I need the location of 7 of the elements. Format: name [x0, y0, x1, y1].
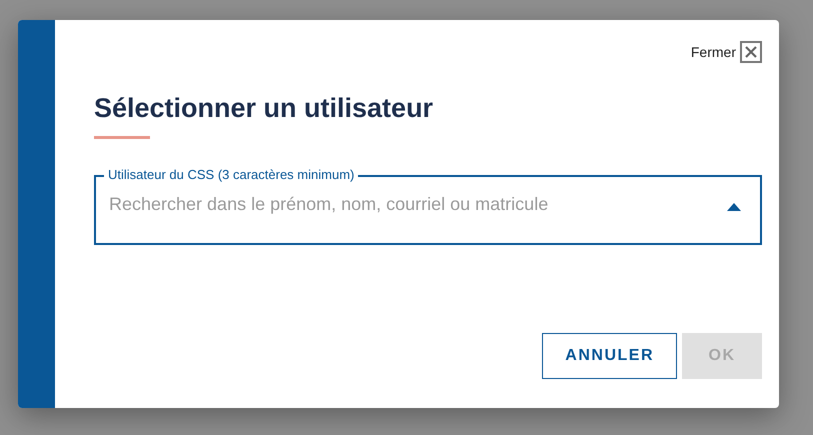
cancel-button[interactable]: ANNULER	[542, 333, 677, 379]
title-underline	[94, 136, 150, 139]
field-label: Utilisateur du CSS (3 caractères minimum)	[104, 167, 358, 182]
caret-up-icon[interactable]	[727, 203, 741, 211]
close-icon	[740, 41, 762, 63]
close-button[interactable]: Fermer	[690, 41, 762, 63]
dialog-title: Sélectionner un utilisateur	[94, 93, 434, 124]
